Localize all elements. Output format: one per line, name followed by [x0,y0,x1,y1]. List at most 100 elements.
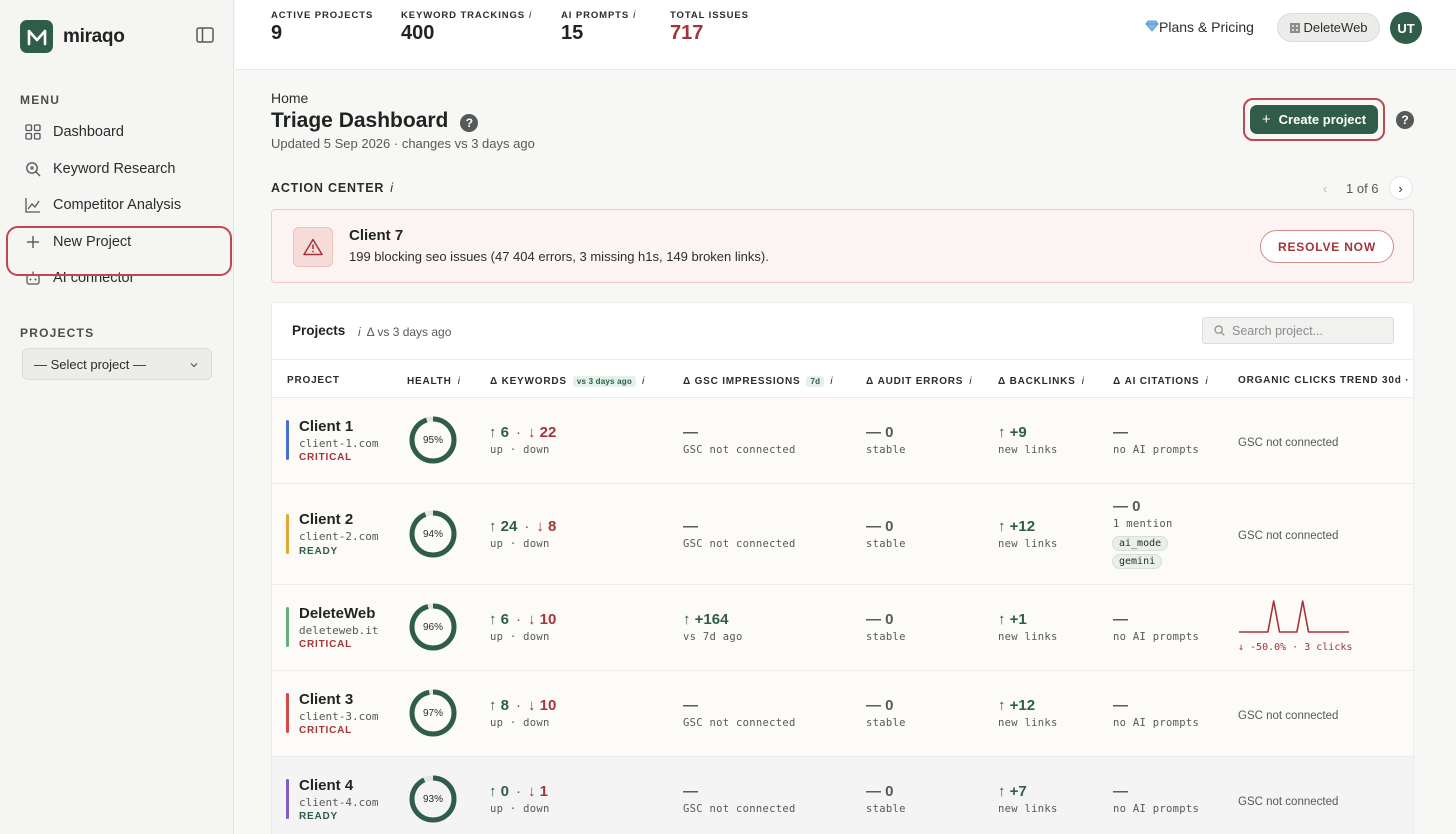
backlinks-sub: new links [998,444,1058,456]
info-icon[interactable]: i [633,10,636,21]
table-row[interactable]: Client 3 client-3.com CRITICAL 97% ↑ 8 · ↓… [272,671,1413,757]
info-icon[interactable]: i [1205,375,1208,387]
backlinks-sub: new links [998,538,1058,550]
audit-value: — 0 [866,424,894,441]
brand[interactable]: miraqo [20,20,125,53]
sidebar-item-keyword-research[interactable]: Keyword Research [0,151,234,188]
audit-value: — 0 [866,518,894,535]
keywords-sub: up · down [490,717,550,729]
info-icon[interactable]: i [642,375,645,387]
audit-sub: stable [866,444,906,456]
sidebar-toggle-icon[interactable] [196,27,214,43]
create-project-button[interactable]: + Create project [1250,105,1378,134]
stat-label: TOTAL ISSUES [670,10,749,21]
health-value: 94% [422,528,443,540]
gsc-value: — [683,697,698,714]
plans-pricing-link[interactable]: Plans & Pricing [1145,19,1254,35]
create-project-highlight: + Create project [1243,98,1385,141]
health-ring: 95% [408,415,458,465]
project-select[interactable]: — Select project — [22,348,212,380]
stat-keyword-trackings: KEYWORD TRACKINGS i 400 [401,10,532,45]
info-icon[interactable]: i [830,375,833,387]
topbar: ACTIVE PROJECTS 9 KEYWORD TRACKINGS i 400… [235,0,1456,70]
plus-icon [25,234,41,250]
sidebar-item-dashboard[interactable]: Dashboard [0,114,234,151]
resolve-now-button[interactable]: RESOLVE NOW [1260,230,1394,263]
col-project[interactable]: PROJECT [287,375,340,386]
search-box[interactable] [1202,317,1394,344]
project-color-bar [286,420,289,460]
gsc-value: — [683,518,698,535]
gsc-chip: 7d [806,376,825,387]
audit-sub: stable [866,538,906,550]
table-row[interactable]: DeleteWeb deleteweb.it CRITICAL 96% ↑ 6 ·… [272,585,1413,671]
project-name[interactable]: Client 2 [299,511,353,528]
alert-description: 199 blocking seo issues (47 404 errors, … [349,249,769,264]
page-title: Triage Dashboard ? [271,109,479,133]
keywords-delta: ↑ 0 · ↓ 1 [489,783,549,800]
info-icon[interactable]: i [390,181,394,195]
projects-panel: Projects iΔ vs 3 days ago PROJECT HEALTH… [271,302,1414,834]
gsc-sub: GSC not connected [683,538,796,550]
col-keywords[interactable]: Δ KEYWORDS vs 3 days ago i [490,375,645,387]
ai-value: — 0 [1113,498,1141,515]
help-icon[interactable]: ? [460,113,479,132]
table-row[interactable]: Client 4 client-4.com READY 93% ↑ 0 · ↓ 1 … [272,757,1413,834]
organic-clicks-sparkline [1239,600,1349,633]
status-badge: READY [299,811,339,822]
gsc-value: — [683,424,698,441]
health-value: 95% [422,434,443,446]
gsc-sub: GSC not connected [683,803,796,815]
keywords-delta: ↑ 6 · ↓ 22 [489,424,557,441]
workspace-button[interactable]: DeleteWeb [1277,13,1380,42]
col-health[interactable]: HEALTH i [407,375,461,387]
help-icon[interactable]: ? [1396,111,1414,129]
table-row[interactable]: Client 2 client-2.com READY 94% ↑ 24 · ↓ 8… [272,484,1413,585]
breadcrumb[interactable]: Home [271,90,308,106]
stat-active-projects: ACTIVE PROJECTS 9 [271,10,373,45]
project-domain: client-1.com [299,437,379,450]
sidebar-item-label: Competitor Analysis [53,197,182,214]
menu-heading: MENU [20,93,61,107]
project-name[interactable]: Client 4 [299,777,353,794]
info-icon[interactable]: i [358,325,361,339]
sidebar-item-label: New Project [53,233,132,250]
action-center-heading: ACTION CENTER i [271,181,394,195]
col-organic-clicks-trend[interactable]: ORGANIC CLICKS TREND 30d · G [1238,375,1413,386]
audit-value: — 0 [866,783,894,800]
project-name[interactable]: Client 3 [299,691,353,708]
avatar[interactable]: UT [1390,12,1422,44]
col-gsc-impressions[interactable]: Δ GSC IMPRESSIONS 7d i [683,375,833,387]
stat-label: ACTIVE PROJECTS [271,10,374,21]
table-header: PROJECT HEALTH i Δ KEYWORDS vs 3 days ago i… [272,359,1413,398]
sidebar-item-new-project[interactable]: New Project [0,224,234,275]
status-badge: CRITICAL [299,639,353,650]
sidebar-item-label: Dashboard [53,124,124,141]
backlinks-value: ↑ +9 [998,424,1027,441]
ai-sub: no AI prompts [1113,444,1200,456]
info-icon[interactable]: i [529,10,532,21]
chevron-right-icon[interactable]: › [1388,176,1413,200]
chevron-left-icon[interactable]: ‹ [1314,177,1336,199]
project-name[interactable]: Client 1 [299,418,353,435]
health-value: 97% [422,707,443,719]
health-ring: 97% [408,688,458,738]
col-ai-citations[interactable]: Δ AI CITATIONS i [1113,375,1209,387]
col-backlinks[interactable]: Δ BACKLINKS i [998,375,1085,387]
info-icon[interactable]: i [969,375,972,387]
table-row[interactable]: Client 1 client-1.com CRITICAL 95% ↑ 6 · ↓… [272,398,1413,484]
search-input[interactable] [1232,323,1382,338]
status-badge: CRITICAL [299,452,353,463]
ai-value: — [1113,611,1128,628]
col-audit-errors[interactable]: Δ AUDIT ERRORS i [866,375,972,387]
sidebar-item-competitor-analysis[interactable]: Competitor Analysis [0,187,234,224]
health-value: 93% [422,793,443,805]
project-color-bar [286,607,289,647]
warning-icon [293,227,333,267]
ai-sub: 1 mention [1113,518,1173,530]
project-name[interactable]: DeleteWeb [299,605,375,622]
info-icon[interactable]: i [458,375,461,387]
backlinks-sub: new links [998,717,1058,729]
health-ring: 94% [408,509,458,559]
info-icon[interactable]: i [1082,375,1085,387]
